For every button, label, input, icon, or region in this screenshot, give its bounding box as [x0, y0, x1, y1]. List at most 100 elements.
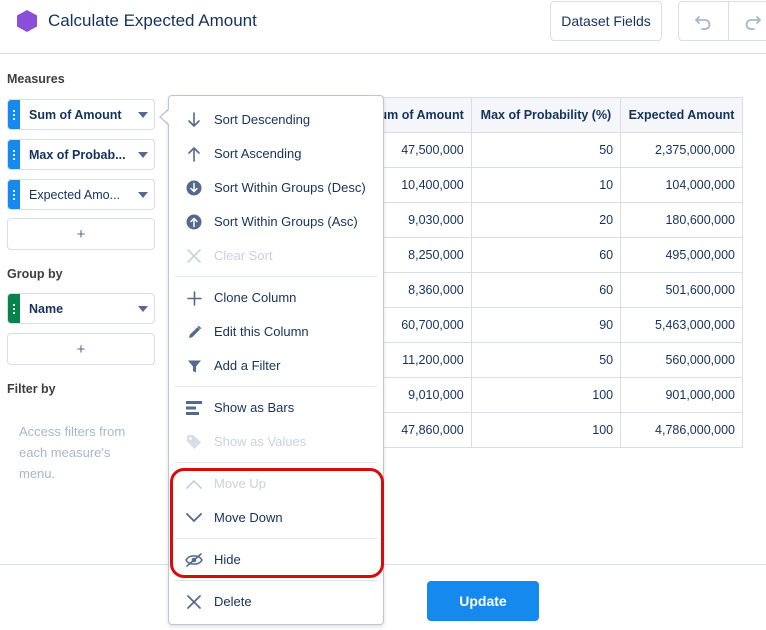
close-icon — [185, 593, 203, 611]
circle-arrow-up-icon — [185, 213, 203, 231]
menu-item-clear-sort: Clear Sort — [169, 240, 383, 272]
drag-handle[interactable] — [8, 140, 20, 169]
redo-button[interactable] — [727, 2, 766, 40]
menu-item-sort-within-groups-asc[interactable]: Sort Within Groups (Asc) — [169, 206, 383, 238]
dataset-fields-button[interactable]: Dataset Fields — [550, 1, 662, 41]
menu-item-sort-ascending[interactable]: Sort Ascending — [169, 138, 383, 170]
menu-item-clone-column[interactable]: Clone Column — [169, 282, 383, 314]
menu-item-label: Sort Within Groups (Desc) — [214, 180, 366, 195]
annotation-highlight — [170, 468, 384, 578]
arrow-down-icon — [185, 111, 203, 129]
menu-item-edit-column[interactable]: Edit this Column — [169, 316, 383, 348]
table-cell: 495,000,000 — [620, 237, 743, 273]
table-row: 9,010,000 100 901,000,000 — [370, 377, 743, 413]
left-panel: Measures Sum of Amount Max of Probab... … — [0, 55, 163, 564]
group-pill-name[interactable]: Name — [7, 293, 155, 324]
table-cell: 9,010,000 — [370, 377, 472, 413]
filter-icon — [185, 357, 203, 375]
plus-icon — [185, 289, 203, 307]
update-button[interactable]: Update — [427, 581, 539, 621]
table-row: 47,500,000 50 2,375,000,000 — [370, 132, 743, 168]
menu-item-show-as-values: Show as Values — [169, 426, 383, 458]
table-cell: 100 — [470, 412, 622, 448]
table-cell: 104,000,000 — [620, 167, 743, 203]
measure-label: Max of Probab... — [29, 147, 126, 162]
table-cell: 4,786,000,000 — [620, 412, 743, 448]
menu-item-label: Show as Values — [214, 434, 307, 449]
chevron-down-icon[interactable] — [132, 305, 154, 312]
header: Calculate Expected Amount Dataset Fields — [0, 0, 766, 54]
menu-pointer-fill — [161, 109, 170, 125]
measure-pill-expected-amount[interactable]: Expected Amo... — [7, 179, 155, 210]
data-table: um of Amount Max of Probability (%) Expe… — [370, 97, 743, 448]
filter-hint: Access filters from each measure's menu. — [19, 424, 126, 481]
table-cell: 5,463,000,000 — [620, 307, 743, 343]
column-header[interactable]: Max of Probability (%) — [470, 97, 622, 133]
measure-pill-sum-of-amount[interactable]: Sum of Amount — [7, 99, 155, 130]
undo-icon — [695, 16, 711, 30]
menu-item-label: Clone Column — [214, 290, 297, 305]
menu-divider — [175, 580, 377, 581]
close-icon — [185, 247, 203, 265]
table-cell: 2,375,000,000 — [620, 132, 743, 168]
measure-label: Expected Amo... — [29, 187, 121, 202]
table-cell: 50 — [470, 132, 622, 168]
table-row: 11,200,000 50 560,000,000 — [370, 342, 743, 378]
table-row: 8,360,000 60 501,600,000 — [370, 272, 743, 308]
menu-item-label: Clear Sort — [214, 248, 273, 263]
undo-button[interactable] — [679, 2, 728, 40]
table-cell: 901,000,000 — [620, 377, 743, 413]
column-header[interactable]: um of Amount — [370, 97, 472, 133]
table-cell: 180,600,000 — [620, 202, 743, 238]
chevron-down-icon[interactable] — [132, 151, 154, 158]
menu-item-label: Sort Ascending — [214, 146, 302, 161]
table-row: 9,030,000 20 180,600,000 — [370, 202, 743, 238]
table-row: 60,700,000 90 5,463,000,000 — [370, 307, 743, 343]
drag-handle[interactable] — [8, 294, 20, 323]
measures-label: Measures — [7, 72, 65, 86]
undo-redo-group — [678, 1, 766, 41]
menu-divider — [175, 276, 377, 277]
drag-handle[interactable] — [8, 100, 20, 129]
chevron-down-icon[interactable] — [132, 191, 154, 198]
menu-item-sort-descending[interactable]: Sort Descending — [169, 104, 383, 136]
table-row: 10,400,000 10 104,000,000 — [370, 167, 743, 203]
arrow-up-icon — [185, 145, 203, 163]
table-cell: 50 — [470, 342, 622, 378]
measure-pill-max-of-probability[interactable]: Max of Probab... — [7, 139, 155, 170]
group-by-label: Group by — [7, 267, 63, 281]
table-cell: 11,200,000 — [370, 342, 472, 378]
purple-hexagon-icon — [17, 10, 37, 32]
add-measure-button[interactable]: + — [7, 218, 155, 250]
chevron-down-icon[interactable] — [132, 111, 154, 118]
table-cell: 10,400,000 — [370, 167, 472, 203]
menu-item-show-as-bars[interactable]: Show as Bars — [169, 392, 383, 424]
menu-item-label: Sort Within Groups (Asc) — [214, 214, 358, 229]
menu-item-label: Show as Bars — [214, 400, 295, 415]
menu-item-add-filter[interactable]: Add a Filter — [169, 350, 383, 382]
menu-item-label: Add a Filter — [214, 358, 281, 373]
measure-label: Sum of Amount — [29, 107, 122, 122]
drag-handle[interactable] — [8, 180, 20, 209]
add-group-button[interactable]: + — [7, 333, 155, 365]
filter-by-label: Filter by — [7, 382, 56, 396]
menu-item-label: Delete — [214, 594, 252, 609]
table-cell: 10 — [470, 167, 622, 203]
table-cell: 90 — [470, 307, 622, 343]
menu-item-sort-within-groups-desc[interactable]: Sort Within Groups (Desc) — [169, 172, 383, 204]
table-row: 47,860,000 100 4,786,000,000 — [370, 412, 743, 448]
menu-divider — [175, 462, 377, 463]
table-cell: 501,600,000 — [620, 272, 743, 308]
table-cell: 47,500,000 — [370, 132, 472, 168]
table-cell: 20 — [470, 202, 622, 238]
table-cell: 100 — [470, 377, 622, 413]
table-cell: 9,030,000 — [370, 202, 472, 238]
table-cell: 8,360,000 — [370, 272, 472, 308]
circle-arrow-down-icon — [185, 179, 203, 197]
table-cell: 60,700,000 — [370, 307, 472, 343]
group-label: Name — [29, 301, 64, 316]
table-cell: 8,250,000 — [370, 237, 472, 273]
menu-item-delete[interactable]: Delete — [169, 586, 383, 618]
table-header-row: um of Amount Max of Probability (%) Expe… — [370, 97, 743, 133]
column-header[interactable]: Expected Amount — [620, 97, 743, 133]
